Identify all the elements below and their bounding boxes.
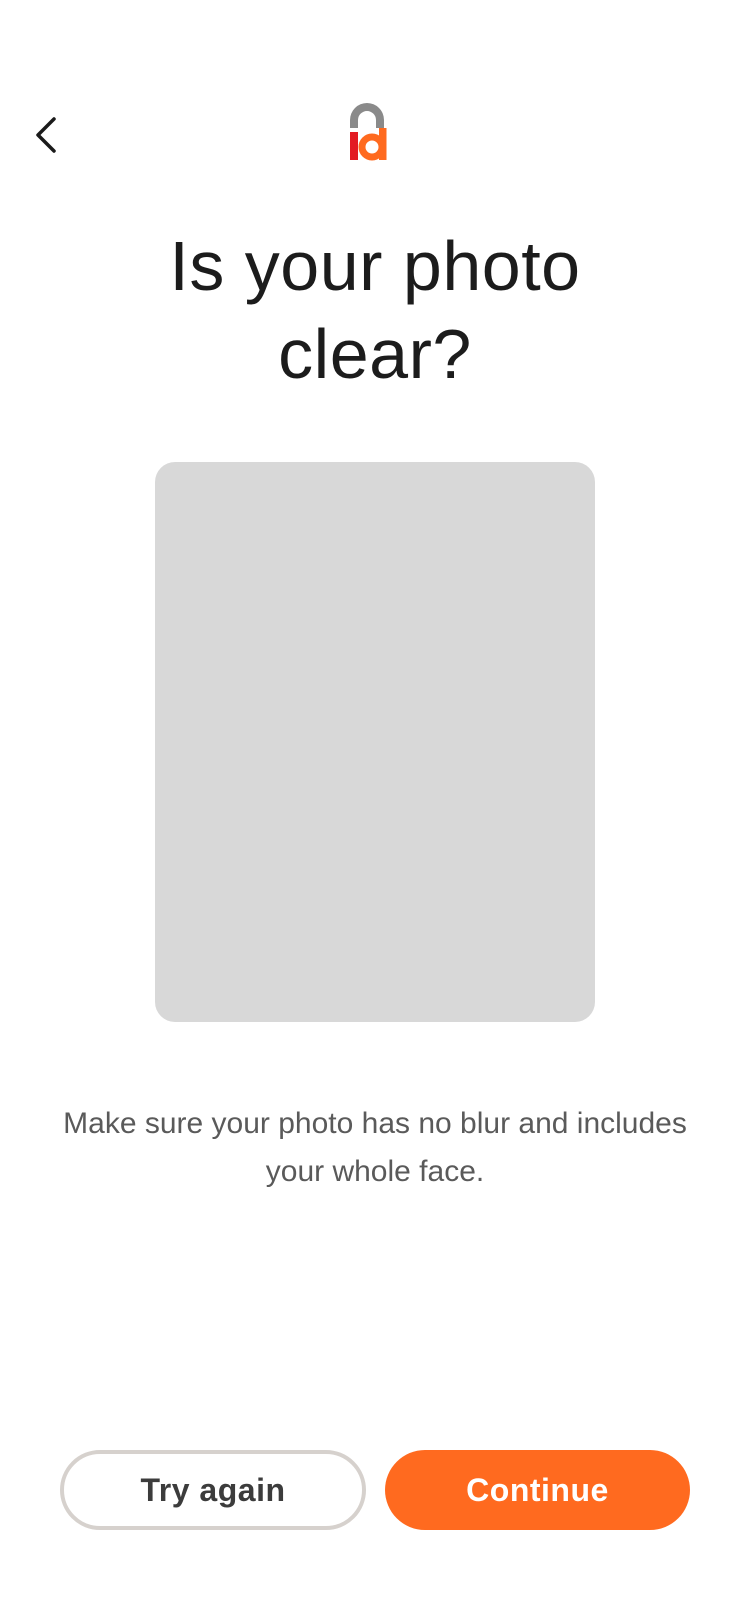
back-button[interactable] (22, 110, 70, 160)
page-title: Is your photo clear? (169, 227, 581, 393)
chevron-left-icon (36, 117, 56, 153)
continue-button[interactable]: Continue (385, 1450, 690, 1530)
brand-logo (350, 103, 387, 161)
try-again-button[interactable]: Try again (60, 1450, 366, 1530)
photo-preview (155, 462, 595, 1022)
instruction-text: Make sure your photo has no blur and inc… (63, 1107, 687, 1188)
header (0, 90, 750, 180)
